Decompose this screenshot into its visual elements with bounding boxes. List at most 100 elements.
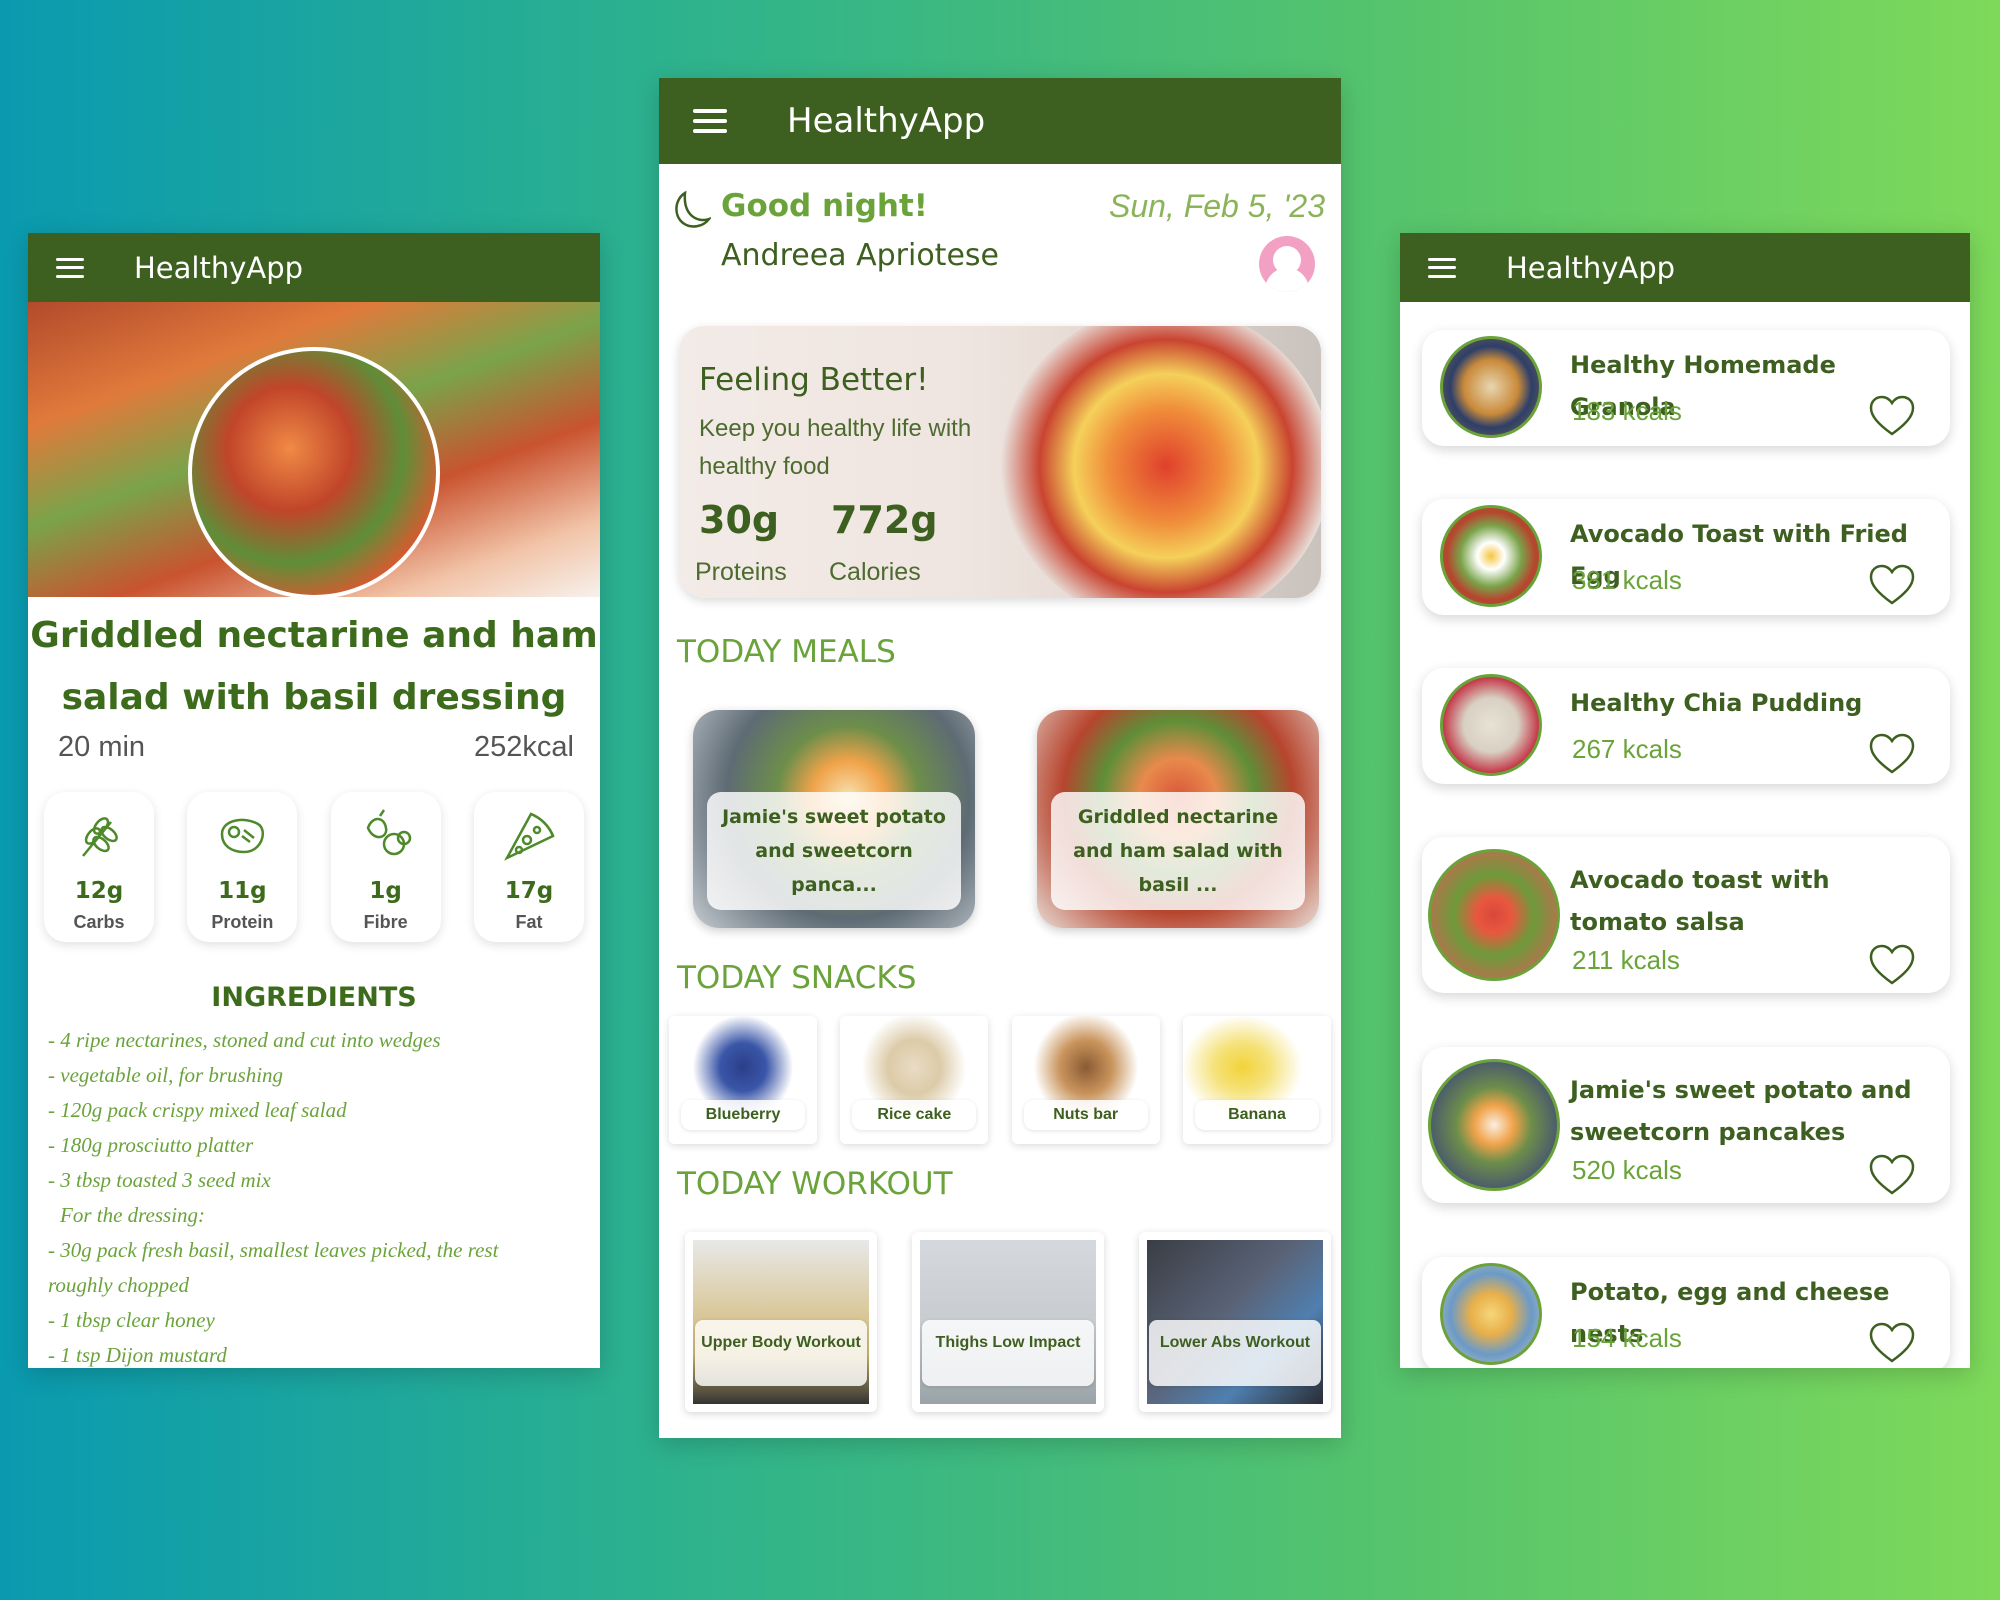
recipe-photo <box>188 347 440 599</box>
ingredient-item: - 180g prosciutto platter <box>48 1133 254 1157</box>
nutrient-card-fibre[interactable]: 1g Fibre <box>330 792 441 942</box>
snack-label: Blueberry <box>681 1100 805 1130</box>
recipe-card[interactable]: Healthy Homemade Granola 183 kcals <box>1422 330 1950 446</box>
heart-icon[interactable] <box>1868 1153 1916 1197</box>
nutrient-value: 12g <box>74 878 124 904</box>
app-bar: HealthyApp <box>659 78 1341 164</box>
recipe-thumbnail <box>1428 849 1560 981</box>
recipe-kcal: 381 kcals <box>1572 565 1682 595</box>
steak-icon <box>221 818 265 854</box>
recipe-kcal: 520 kcals <box>1572 1155 1682 1185</box>
snacks-row: Blueberry Rice cake Nuts bar Banana <box>659 1016 1341 1144</box>
workout-label: Thighs Low Impact <box>922 1320 1094 1386</box>
recipe-name: Avocado toast with tomato salsa <box>1570 866 1830 936</box>
recipe-kcal: 211 kcals <box>1572 945 1680 975</box>
promo-card[interactable]: Feeling Better! Keep you healthy life wi… <box>679 326 1321 598</box>
recipe-kcal: 267 kcals <box>1572 734 1682 764</box>
workout-label: Upper Body Workout <box>695 1320 867 1386</box>
recipe-kcal: 183 kcals <box>1572 396 1682 426</box>
snack-label: Banana <box>1194 1100 1319 1130</box>
fruit-icon <box>366 809 411 856</box>
nutrient-value: 17g <box>504 878 554 904</box>
meal-label: Jamie's sweet potato and sweetcorn panca… <box>707 792 961 910</box>
meals-row: Jamie's sweet potato and sweetcorn panca… <box>659 710 1341 928</box>
home-screen: HealthyApp Good night! Sun, Feb 5, '23 A… <box>659 78 1341 1438</box>
pizza-icon <box>504 812 555 861</box>
calories-label: Calories <box>829 558 921 586</box>
nutrient-card-protein[interactable]: 11g Protein <box>187 792 298 942</box>
ingredient-item: - 1 tbsp clear honey <box>48 1308 215 1332</box>
recipe-thumbnail <box>1428 1059 1560 1191</box>
promo-subtitle: Keep you healthy life with healthy food <box>699 415 972 480</box>
heart-icon[interactable] <box>1868 1321 1916 1365</box>
promo-title: Feeling Better! <box>699 362 929 398</box>
meal-card[interactable]: Griddled nectarine and ham salad with ba… <box>1037 710 1319 928</box>
recipe-name: Jamie's sweet potato and sweetcorn panca… <box>1570 1076 1912 1146</box>
snacks-heading: TODAY SNACKS <box>677 960 917 996</box>
snack-card[interactable]: Rice cake <box>840 1016 989 1144</box>
wheat-icon <box>82 817 118 857</box>
nutrient-label: Carbs <box>73 912 125 932</box>
menu-icon[interactable] <box>1428 257 1456 278</box>
avatar[interactable] <box>1259 236 1315 292</box>
workout-heading: TODAY WORKOUT <box>677 1166 953 1202</box>
recipe-name: Healthy Chia Pudding <box>1570 689 1863 717</box>
nutrient-label: Protein <box>211 912 274 932</box>
recipe-meta: 20 min 252kcal <box>28 731 600 764</box>
app-title: HealthyApp <box>134 250 304 285</box>
nutrient-value: 1g <box>369 878 402 904</box>
heart-icon[interactable] <box>1868 563 1916 607</box>
ingredients-list: - 4 ripe nectarines, stoned and cut into… <box>28 1013 600 1368</box>
recipe-kcal: 154 kcals <box>1572 1323 1682 1353</box>
meal-label: Griddled nectarine and ham salad with ba… <box>1051 792 1305 910</box>
recipe-list-screen: HealthyApp Healthy Homemade Granola 183 … <box>1400 233 1970 1368</box>
snack-card[interactable]: Blueberry <box>669 1016 817 1144</box>
proteins-value: 30g <box>699 498 780 542</box>
user-name: Andreea Apriotese <box>721 238 999 273</box>
moon-icon <box>675 190 711 228</box>
recipe-detail-screen: HealthyApp Griddled nectarine and ham sa… <box>28 233 600 1368</box>
nutrient-label: Fat <box>515 912 543 932</box>
snack-card[interactable]: Nuts bar <box>1011 1016 1160 1144</box>
recipe-card[interactable]: Potato, egg and cheese nests 154 kcals <box>1422 1257 1950 1368</box>
recipe-card[interactable]: Avocado toast with tomato salsa 211 kcal… <box>1422 837 1950 993</box>
recipe-title: Griddled nectarine and ham salad with ba… <box>30 615 598 718</box>
greeting-text: Good night! <box>721 188 928 224</box>
ingredients-heading: INGREDIENTS <box>211 982 417 1013</box>
ingredient-item: roughly chopped <box>48 1273 189 1297</box>
heart-icon[interactable] <box>1868 394 1916 438</box>
salad-bowl-image <box>1001 326 1321 598</box>
kcal-value: 252 <box>474 731 523 763</box>
recipe-thumbnail <box>1440 505 1542 607</box>
meal-card[interactable]: Jamie's sweet potato and sweetcorn panca… <box>693 710 975 928</box>
snack-card[interactable]: Banana <box>1182 1016 1331 1144</box>
recipe-hero-image <box>28 302 600 599</box>
recipe-thumbnail <box>1440 1263 1542 1365</box>
ingredient-item: - 3 tbsp toasted 3 seed mix <box>48 1168 271 1192</box>
workout-card[interactable]: Lower Abs Workout <box>1139 1232 1331 1412</box>
heart-icon[interactable] <box>1868 943 1916 987</box>
recipe-thumbnail <box>1440 674 1542 776</box>
recipe-time: 20 min <box>58 731 146 763</box>
workout-card[interactable]: Upper Body Workout <box>685 1232 877 1412</box>
workout-label: Lower Abs Workout <box>1149 1320 1321 1386</box>
menu-icon[interactable] <box>693 109 727 133</box>
recipe-card[interactable]: Healthy Chia Pudding 267 kcals <box>1422 668 1950 784</box>
recipe-card[interactable]: Jamie's sweet potato and sweetcorn panca… <box>1422 1047 1950 1203</box>
heart-icon[interactable] <box>1868 732 1916 776</box>
recipe-thumbnail <box>1440 336 1542 438</box>
menu-icon[interactable] <box>56 257 84 278</box>
ingredient-item: - 30g pack fresh basil, smallest leaves … <box>48 1238 499 1262</box>
recipe-card[interactable]: Avocado Toast with Fried Egg 381 kcals <box>1422 499 1950 615</box>
nutrient-card-carbs[interactable]: 12g Carbs <box>44 792 154 942</box>
workouts-row: Upper Body Workout Thighs Low Impact Low… <box>659 1232 1341 1412</box>
ingredient-item: - 120g pack crispy mixed leaf salad <box>48 1098 347 1122</box>
calories-value: 772g <box>831 498 938 542</box>
nutrient-card-fat[interactable]: 17g Fat <box>473 792 584 942</box>
recipe-kcal: 252kcal <box>474 731 574 764</box>
nutrient-value: 11g <box>218 878 267 904</box>
nutrient-row: 12g Carbs 11g Protein 1g Fibre 17g Fat <box>28 792 600 942</box>
greeting-header: Good night! Sun, Feb 5, '23 Andreea Apri… <box>659 164 1341 314</box>
meals-heading: TODAY MEALS <box>677 634 896 670</box>
workout-card[interactable]: Thighs Low Impact <box>912 1232 1104 1412</box>
